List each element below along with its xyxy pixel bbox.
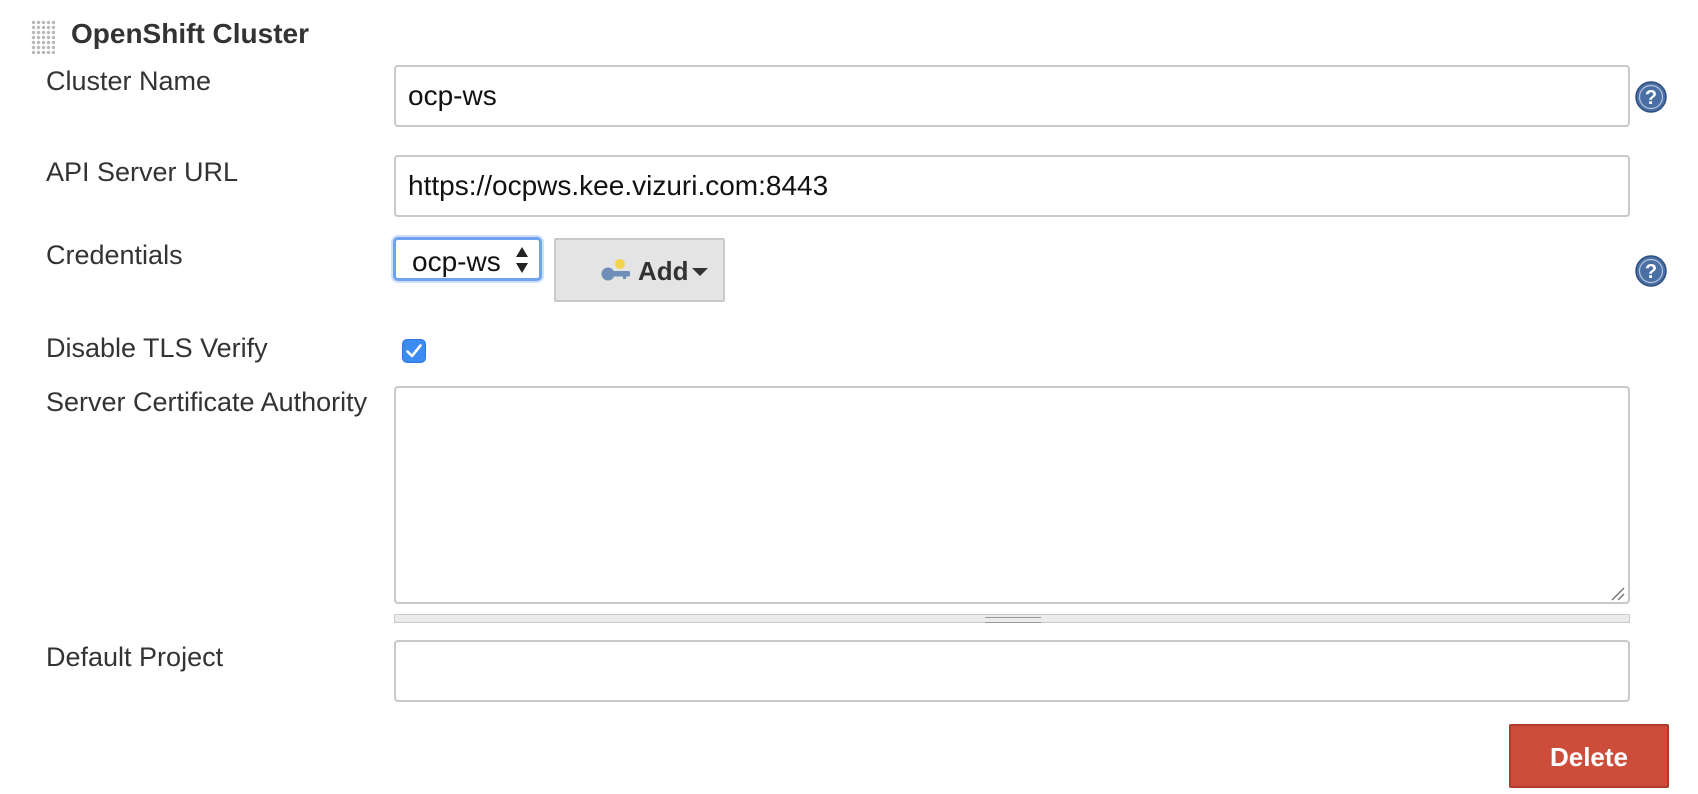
checkmark-icon (406, 344, 422, 358)
server-certificate-authority-label: Server Certificate Authority (46, 387, 368, 417)
default-project-label: Default Project (46, 642, 224, 672)
help-icon[interactable]: ? (1635, 81, 1667, 113)
section-title: OpenShift Cluster (71, 18, 310, 49)
api-server-url-input[interactable] (394, 155, 1630, 217)
cluster-name-input[interactable] (394, 65, 1630, 127)
add-button-label: Add (638, 256, 689, 286)
grip-icon (985, 617, 1041, 623)
help-icon[interactable]: ? (1635, 255, 1667, 287)
credentials-select-value: ocp-ws (412, 246, 501, 277)
default-project-input[interactable] (394, 640, 1630, 702)
resize-grip-icon[interactable] (1608, 584, 1626, 602)
textarea-resize-handle[interactable] (394, 614, 1630, 623)
drag-handle-icon[interactable] (31, 20, 55, 54)
svg-text:?: ? (1645, 261, 1657, 283)
credentials-label: Credentials (46, 240, 183, 270)
api-server-url-label: API Server URL (46, 157, 239, 187)
cluster-name-label: Cluster Name (46, 66, 212, 96)
server-certificate-authority-textarea[interactable] (394, 386, 1630, 604)
svg-text:?: ? (1645, 87, 1657, 109)
delete-button[interactable]: Delete (1509, 724, 1669, 788)
credentials-select[interactable]: ocp-ws (393, 237, 542, 281)
disable-tls-verify-checkbox[interactable] (402, 339, 426, 363)
add-credentials-button[interactable]: Add (554, 238, 725, 302)
key-icon (601, 259, 630, 281)
caret-down-icon (692, 268, 708, 276)
disable-tls-verify-label: Disable TLS Verify (46, 333, 268, 363)
select-arrows-icon (516, 247, 528, 273)
